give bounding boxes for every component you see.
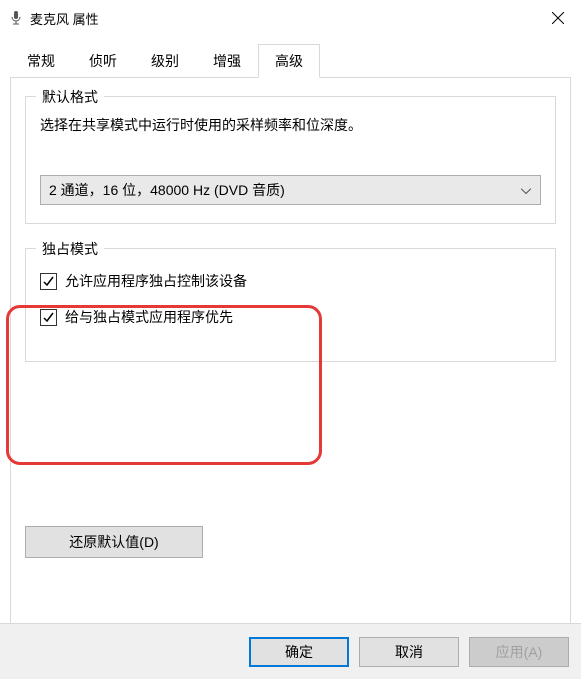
default-format-group: 默认格式 选择在共享模式中运行时使用的采样频率和位深度。 2 通道，16 位，4… [25, 96, 556, 224]
format-select-wrap: 2 通道，16 位，48000 Hz (DVD 音质) [40, 175, 541, 205]
window-title: 麦克风 属性 [30, 9, 535, 28]
tab-general[interactable]: 常规 [10, 44, 72, 78]
cancel-button[interactable]: 取消 [359, 637, 459, 667]
checkbox-row-allow-exclusive: 允许应用程序独占控制该设备 [40, 271, 541, 291]
apply-button[interactable]: 应用(A) [469, 637, 569, 667]
tab-advanced[interactable]: 高级 [258, 44, 320, 78]
dialog-button-bar: 确定 取消 应用(A) [0, 623, 581, 679]
checkbox-row-exclusive-priority: 给与独占模式应用程序优先 [40, 307, 541, 327]
microphone-icon [8, 10, 24, 26]
exclusive-mode-group: 独占模式 允许应用程序独占控制该设备 给与独占模式应用程序优先 [25, 248, 556, 362]
ok-button[interactable]: 确定 [249, 637, 349, 667]
tab-enhancements[interactable]: 增强 [196, 44, 258, 78]
close-icon [552, 12, 564, 24]
close-button[interactable] [535, 0, 581, 36]
format-select[interactable]: 2 通道，16 位，48000 Hz (DVD 音质) [40, 175, 541, 205]
checkbox-label-allow-exclusive[interactable]: 允许应用程序独占控制该设备 [65, 271, 247, 291]
checkbox-exclusive-priority[interactable] [40, 309, 57, 326]
tab-content: 默认格式 选择在共享模式中运行时使用的采样频率和位深度。 2 通道，16 位，4… [10, 77, 571, 645]
default-format-legend: 默认格式 [36, 87, 104, 107]
properties-dialog: 麦克风 属性 常规 侦听 级别 增强 高级 默认格式 选择在共享模式中运行时使用… [0, 0, 581, 679]
tab-strip: 常规 侦听 级别 增强 高级 [0, 36, 581, 78]
check-icon [42, 275, 55, 288]
exclusive-mode-legend: 独占模式 [36, 239, 104, 259]
titlebar: 麦克风 属性 [0, 0, 581, 36]
default-format-desc: 选择在共享模式中运行时使用的采样频率和位深度。 [40, 115, 541, 135]
tab-levels[interactable]: 级别 [134, 44, 196, 78]
restore-defaults-button[interactable]: 还原默认值(D) [25, 526, 203, 558]
checkbox-label-exclusive-priority[interactable]: 给与独占模式应用程序优先 [65, 307, 233, 327]
check-icon [42, 311, 55, 324]
tab-listen[interactable]: 侦听 [72, 44, 134, 78]
checkbox-allow-exclusive[interactable] [40, 273, 57, 290]
